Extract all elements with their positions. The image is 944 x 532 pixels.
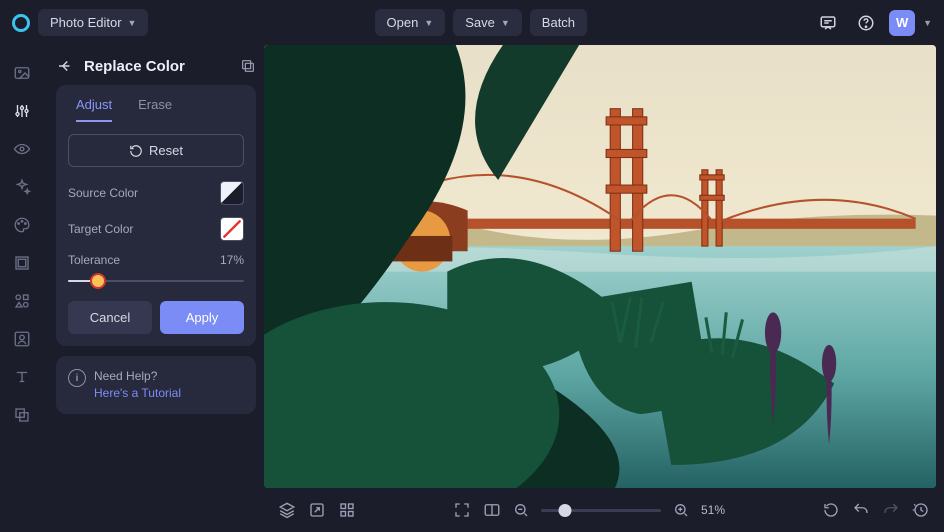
chevron-down-icon[interactable]: ▼ (923, 18, 932, 28)
zoom-out-icon[interactable] (513, 502, 529, 518)
rotate-icon[interactable] (822, 501, 840, 519)
target-color-label: Target Color (68, 222, 133, 236)
tolerance-slider[interactable] (68, 271, 244, 291)
reset-icon (129, 144, 143, 158)
help-icon[interactable] (851, 8, 881, 38)
export-icon[interactable] (308, 501, 326, 519)
tool-rail (0, 45, 44, 532)
batch-button[interactable]: Batch (530, 9, 587, 36)
rail-adjust-icon[interactable] (12, 101, 32, 121)
zoom-in-icon[interactable] (673, 502, 689, 518)
source-color-label: Source Color (68, 186, 138, 200)
info-icon: i (68, 369, 86, 387)
help-card: i Need Help? Here's a Tutorial (56, 356, 256, 414)
tab-adjust[interactable]: Adjust (76, 97, 112, 122)
app-menu-dropdown[interactable]: Photo Editor ▼ (38, 9, 148, 36)
chevron-down-icon: ▼ (128, 18, 137, 28)
avatar[interactable]: W (889, 10, 915, 36)
fullscreen-icon[interactable] (453, 501, 471, 519)
reset-button[interactable]: Reset (68, 134, 244, 167)
top-bar: Photo Editor ▼ Open ▼ Save ▼ Batch W ▼ (0, 0, 944, 45)
open-label: Open (387, 15, 419, 30)
side-panel: Replace Color Adjust Erase Reset Source … (44, 45, 264, 532)
grid-icon[interactable] (338, 501, 356, 519)
image-canvas[interactable] (264, 45, 936, 488)
app-logo[interactable] (12, 14, 30, 32)
tutorial-link[interactable]: Here's a Tutorial (94, 385, 181, 402)
app-menu-label: Photo Editor (50, 15, 122, 30)
reset-label: Reset (149, 143, 183, 158)
rail-overlay-icon[interactable] (12, 405, 32, 425)
tab-erase[interactable]: Erase (138, 97, 172, 122)
apply-button[interactable]: Apply (160, 301, 244, 334)
save-dropdown[interactable]: Save ▼ (453, 9, 522, 36)
undo-icon[interactable] (852, 501, 870, 519)
layers-icon[interactable] (278, 501, 296, 519)
compare-icon[interactable] (483, 501, 501, 519)
rail-elements-icon[interactable] (12, 291, 32, 311)
chevron-down-icon: ▼ (424, 18, 433, 28)
photo-illustration (264, 45, 936, 488)
batch-label: Batch (542, 15, 575, 30)
zoom-value: 51% (701, 503, 725, 517)
duplicate-icon[interactable] (240, 58, 256, 74)
source-color-swatch[interactable] (220, 181, 244, 205)
panel-title: Replace Color (84, 58, 185, 75)
zoom-slider[interactable] (541, 509, 661, 512)
history-icon[interactable] (912, 501, 930, 519)
rail-retouch-icon[interactable] (12, 329, 32, 349)
feedback-icon[interactable] (813, 8, 843, 38)
rail-text-icon[interactable] (12, 367, 32, 387)
tolerance-label: Tolerance (68, 253, 120, 267)
tolerance-value: 17% (220, 253, 244, 267)
target-color-swatch[interactable] (220, 217, 244, 241)
cancel-button[interactable]: Cancel (68, 301, 152, 334)
help-heading: Need Help? (94, 368, 181, 385)
canvas-footer: 51% (264, 488, 944, 532)
back-arrow-icon[interactable] (56, 57, 74, 75)
rail-frame-icon[interactable] (12, 253, 32, 273)
open-dropdown[interactable]: Open ▼ (375, 9, 446, 36)
save-label: Save (465, 15, 495, 30)
chevron-down-icon: ▼ (501, 18, 510, 28)
rail-sparkle-icon[interactable] (12, 177, 32, 197)
rail-eye-icon[interactable] (12, 139, 32, 159)
rail-palette-icon[interactable] (12, 215, 32, 235)
rail-image-icon[interactable] (12, 63, 32, 83)
redo-icon[interactable] (882, 501, 900, 519)
